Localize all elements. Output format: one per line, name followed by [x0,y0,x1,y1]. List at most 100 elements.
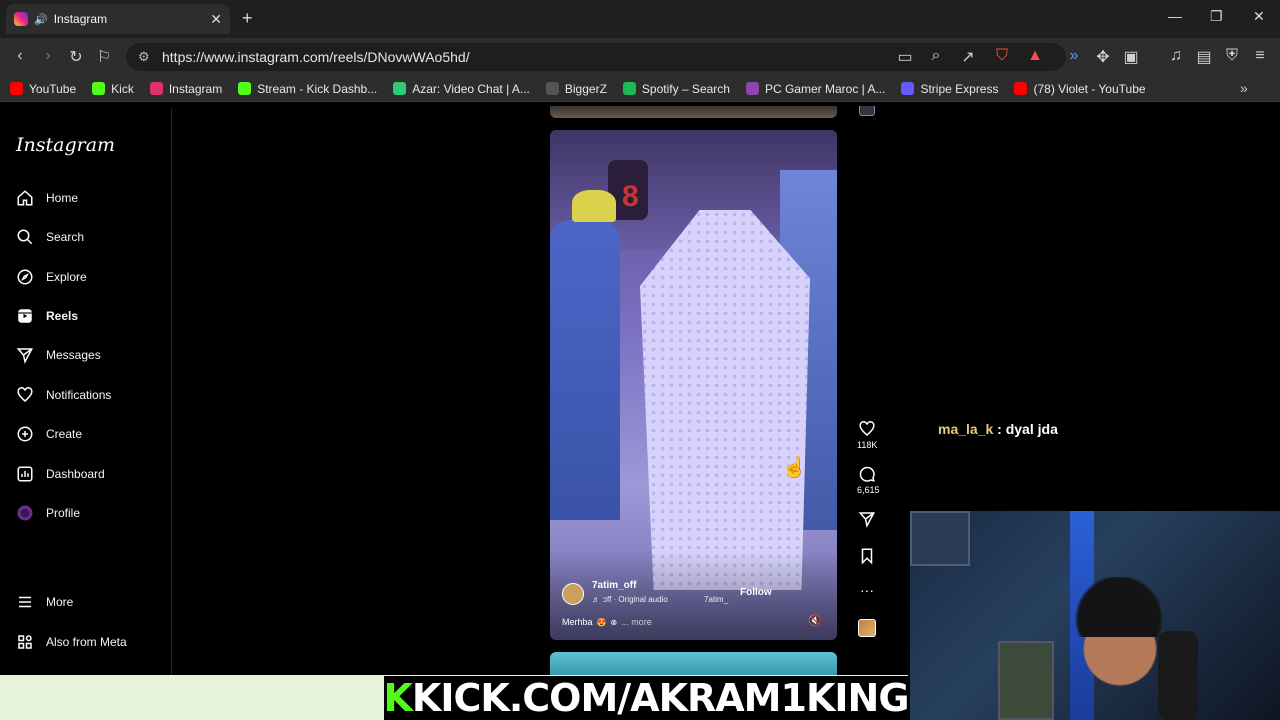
audio-thumbnail[interactable] [858,619,876,637]
like-button[interactable]: 118K [857,420,877,450]
instagram-sidebar: Instagram Home Search Explore Reels Mess… [0,108,172,675]
bookmark-favicon-icon [92,82,106,95]
bookmark-item[interactable]: Stream - Kick Dashb... [238,82,377,96]
tagged-user[interactable]: 7atim_ [704,595,728,604]
nav-home[interactable]: Home [16,186,166,210]
music-icon[interactable]: ♫ [1166,47,1186,65]
vpn-icon[interactable]: ⛨ [1222,47,1242,65]
avatar [17,505,33,521]
patterned-dress [640,210,810,590]
close-window-icon[interactable]: ✕ [1253,8,1265,25]
bookmark-item[interactable]: (78) Violet - YouTube [1014,82,1146,96]
reel-video[interactable]: 8 7atim_off ♬ ɔff · Original audio 7atim… [550,130,837,640]
compass-icon [17,269,33,285]
reload-icon[interactable]: ↻ [66,47,86,67]
blue-outfit-mannequin [550,220,620,520]
webcam-feed [910,511,1280,720]
like-count: 118K [857,440,878,450]
wall-poster [910,511,970,566]
new-tab-icon[interactable]: + [242,8,253,29]
bookmark-item[interactable]: PC Gamer Maroc | A... [745,82,885,96]
creator-avatar[interactable] [562,583,584,605]
restore-icon[interactable]: ❐ [1210,8,1223,25]
forward-icon[interactable]: › [38,47,58,65]
nav-create[interactable]: Create [16,422,166,446]
emoji-icon: 😍 [596,617,607,627]
bookmarks-bar: YouTube Kick Instagram Stream - Kick Dashb.… [0,76,1280,102]
instagram-favicon-icon [14,12,28,26]
bookmark-favicon-icon [149,82,163,95]
stream-chat-message: ma_la_k : dyal jda [938,421,1058,437]
site-info-icon[interactable]: ⚙ [138,49,150,65]
yellow-hat [572,190,616,222]
bookmark-item[interactable]: Spotify – Search [622,82,730,96]
previous-reel-thumbnail[interactable] [550,106,837,118]
nav-messages[interactable]: Messages [16,343,166,367]
more-options-icon[interactable]: ··· [857,582,877,598]
bookmark-favicon-icon [393,82,407,95]
nav-profile[interactable]: Profile [16,501,166,525]
wallet-icon[interactable]: ▤ [1194,47,1214,67]
bookmark-favicon-icon [238,82,252,95]
share-button[interactable] [857,510,877,530]
navigation-bar: ‹ › ↻ ⚐ ⚙ https://www.instagram.com/reel… [0,38,1280,76]
wallet-connect-icon[interactable]: » [1064,47,1084,65]
reels-icon [18,309,32,323]
comment-button[interactable]: 6,615 [857,465,880,495]
bookmark-item[interactable]: Stripe Express [901,82,998,96]
audio-info[interactable]: ♬ ɔff · Original audio [592,595,668,604]
nav-search[interactable]: Search [16,225,166,249]
nav-more[interactable]: More [16,590,166,614]
comment-icon [859,466,875,482]
creator-username[interactable]: 7atim_off [592,580,636,591]
back-icon[interactable]: ‹ [10,47,30,65]
close-tab-icon[interactable]: ✕ [210,11,222,28]
caption-more[interactable]: ... more [621,617,652,627]
heart-icon [859,421,875,436]
bookmark-item[interactable]: Azar: Video Chat | A... [393,82,530,96]
minimize-icon[interactable]: — [1168,8,1182,24]
emoji-icon: ⊗ [610,617,618,627]
share-icon[interactable]: ↗ [958,47,978,67]
save-button[interactable] [857,547,877,567]
bookmark-item[interactable]: Instagram [149,82,222,96]
extensions-icon[interactable]: ✥ [1093,47,1113,67]
heart-icon [17,387,33,402]
previous-audio-thumbnail[interactable] [859,106,875,116]
follow-button[interactable]: Follow [740,587,772,598]
bookmark-favicon-icon [745,82,759,95]
sidebar-toggle-icon[interactable]: ▣ [1121,47,1141,67]
microphone [1158,631,1198,720]
tab-instagram[interactable]: 🔊 Instagram ✕ [6,4,230,34]
url-text: https://www.instagram.com/reels/DNovwWAo… [162,49,470,65]
bookmark-item[interactable]: BiggerZ [545,82,607,96]
mute-icon[interactable]: 🔇 [808,614,822,627]
send-icon [858,512,875,528]
bookmark-favicon-icon [1014,82,1028,95]
bookmark-icon [861,548,873,565]
dashboard-icon [17,466,33,482]
jersey-number: 8 [622,180,639,213]
chat-username: ma_la_k [938,421,994,437]
address-bar[interactable]: ⚙ https://www.instagram.com/reels/DNovwW… [126,43,1066,71]
nav-explore[interactable]: Explore [16,265,166,289]
nav-notifications[interactable]: Notifications [16,383,166,407]
nav-also-from-meta[interactable]: Also from Meta [16,630,166,654]
bookmark-favicon-icon [901,82,915,95]
speaker-icon[interactable]: 🔊 [34,13,48,26]
bookmark-item[interactable]: Kick [92,82,134,96]
instagram-logo[interactable]: Instagram [16,134,115,156]
brave-rewards-icon[interactable]: ▲ [1025,47,1045,65]
bookmark-favicon-icon [622,82,636,95]
bookmark-item[interactable]: YouTube [10,82,76,96]
brave-shield-icon[interactable]: ⛉ [992,47,1012,65]
more-bookmarks-icon[interactable]: » [1240,80,1248,96]
nav-dashboard[interactable]: Dashboard [16,462,166,486]
bookmark-page-icon[interactable]: ⚐ [94,47,114,67]
zoom-icon[interactable]: ⌕ [926,47,946,65]
reel-caption[interactable]: Merhba 😍 ⊗ ... more [562,617,652,627]
cast-icon[interactable]: ▭ [895,47,915,67]
nav-reels[interactable]: Reels [16,304,166,328]
menu-icon[interactable]: ≡ [1250,47,1270,65]
home-icon [17,190,33,206]
